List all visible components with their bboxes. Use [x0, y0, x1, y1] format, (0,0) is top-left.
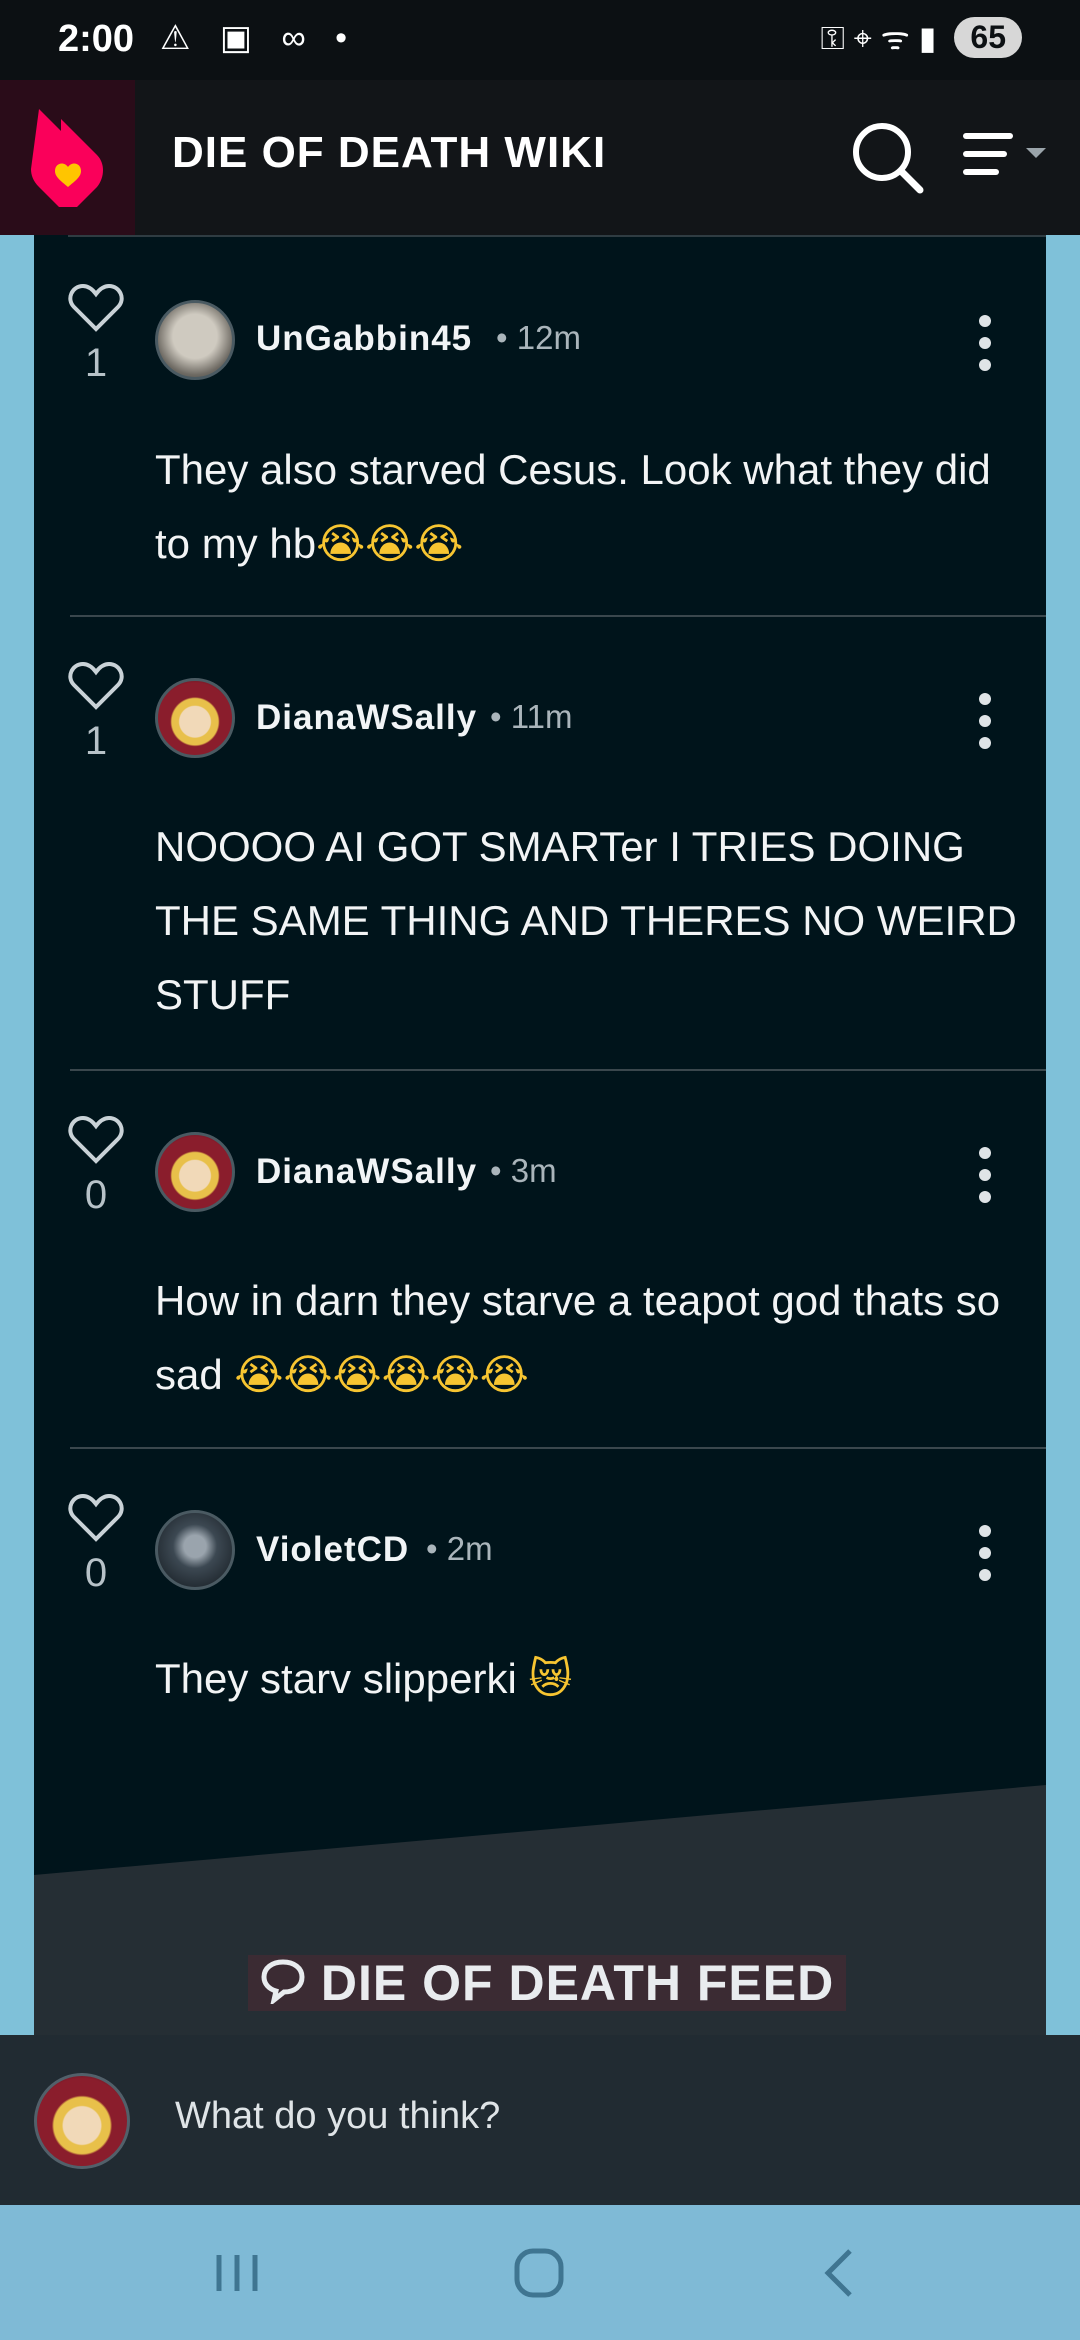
- comment-text: How in darn they starve a teapot god tha…: [155, 1277, 1001, 1399]
- like-count: 0: [84, 1551, 108, 1595]
- heart-icon[interactable]: [68, 1115, 124, 1165]
- more-options-icon[interactable]: [970, 313, 1000, 373]
- heart-icon[interactable]: [68, 1493, 124, 1543]
- comments-panel: 1 UnGabbin45 • 12m They also starved Ces…: [34, 235, 1046, 2035]
- comment-text: They also starved Cesus. Look what they …: [155, 446, 991, 568]
- like-count: 1: [84, 719, 108, 763]
- feed-title[interactable]: DIE OF DEATH FEED: [248, 1955, 847, 2011]
- more-options-icon[interactable]: [970, 1145, 1000, 1205]
- wiki-title[interactable]: DIE OF DEATH WIKI: [172, 128, 606, 178]
- system-icons: ⚿ ⌖ ᯤ ▮ 65: [821, 16, 1022, 59]
- fandom-heart-icon: [30, 108, 103, 207]
- timestamp: • 12m: [496, 319, 581, 356]
- timestamp: • 3m: [490, 1152, 557, 1189]
- username[interactable]: DianaWSally: [256, 698, 477, 738]
- comment-input[interactable]: What do you think?: [175, 2095, 500, 2138]
- system-nav-bar: [0, 2205, 1080, 2340]
- timestamp: • 2m: [426, 1530, 493, 1567]
- home-icon[interactable]: [504, 2243, 574, 2303]
- avatar[interactable]: [155, 1132, 235, 1212]
- heart-icon[interactable]: [68, 283, 124, 333]
- timestamp: • 11m: [490, 698, 573, 735]
- status-time: 2:00: [58, 18, 135, 60]
- avatar[interactable]: [155, 1510, 235, 1590]
- comment-composer: What do you think?: [0, 2035, 1080, 2205]
- back-icon[interactable]: [806, 2243, 876, 2303]
- divider: [68, 235, 1046, 237]
- battery-indicator: 65: [954, 17, 1022, 58]
- like-count: 1: [84, 341, 108, 385]
- fandom-logo[interactable]: [0, 80, 135, 235]
- avatar[interactable]: [155, 300, 235, 380]
- divider: [70, 1069, 1046, 1071]
- username[interactable]: UnGabbin45: [256, 319, 472, 359]
- comment-text: They starv slipperki 😿: [155, 1654, 573, 1703]
- divider: [70, 615, 1046, 617]
- more-options-icon[interactable]: [970, 691, 1000, 751]
- search-icon[interactable]: [850, 120, 926, 196]
- menu-icon[interactable]: [960, 126, 1052, 190]
- divider: [70, 1447, 1046, 1449]
- wiki-header: DIE OF DEATH WIKI: [0, 80, 1080, 235]
- avatar: [34, 2073, 130, 2169]
- comment-text: NOOOO AI GOT SMARTer I TRIES DOING THE S…: [155, 823, 1017, 1018]
- username[interactable]: VioletCD: [256, 1530, 409, 1570]
- like-count: 0: [84, 1173, 108, 1217]
- status-bar: 2:00 ⚠ ▣ ∞ • ⚿ ⌖ ᯤ ▮ 65: [0, 0, 1080, 80]
- system-status-icons: ⚿ ⌖ ᯤ ▮: [820, 20, 937, 56]
- notification-icons: ⚠ ▣ ∞ •: [160, 19, 358, 57]
- speech-bubble-icon: [261, 1959, 305, 2007]
- username[interactable]: DianaWSally: [256, 1152, 477, 1192]
- recent-apps-icon[interactable]: [202, 2243, 272, 2303]
- more-options-icon[interactable]: [970, 1523, 1000, 1583]
- heart-icon[interactable]: [68, 661, 124, 711]
- avatar[interactable]: [155, 678, 235, 758]
